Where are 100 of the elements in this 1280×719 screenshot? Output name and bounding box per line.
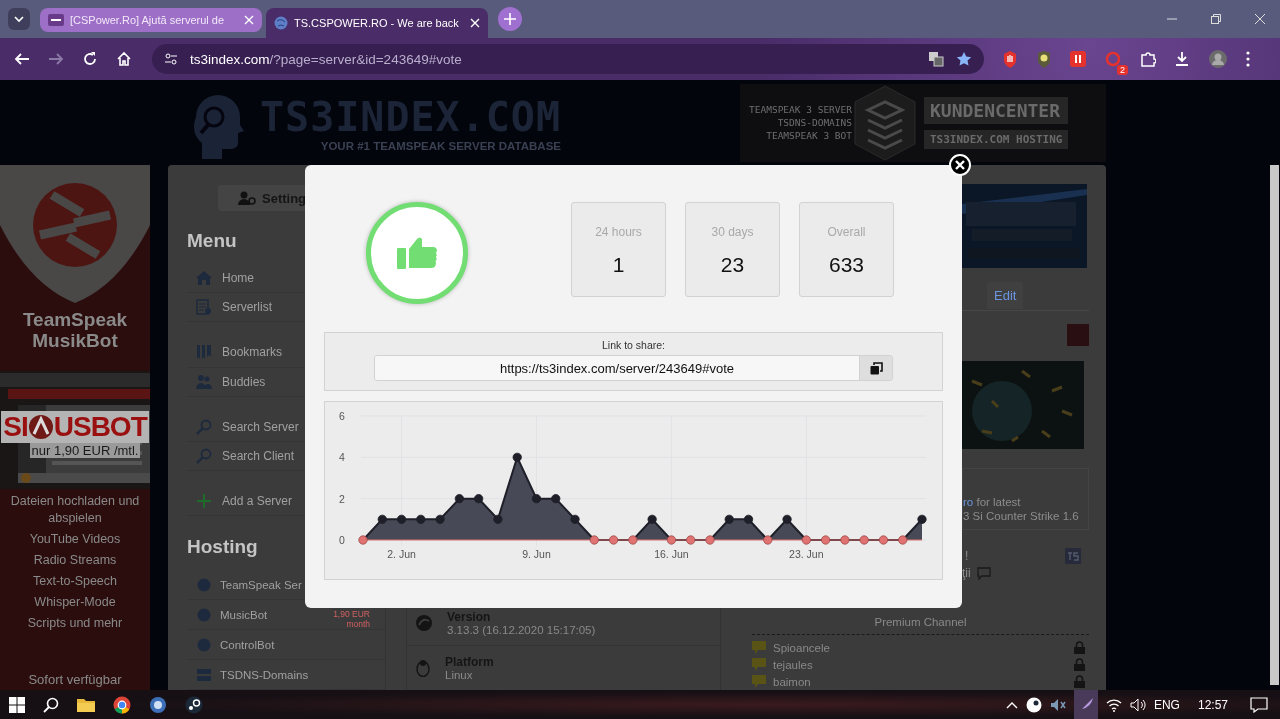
thumbs-up-icon — [397, 236, 437, 270]
axis-label: 16. Jun — [654, 548, 689, 560]
site-info-icon[interactable] — [164, 52, 178, 66]
volume-icon[interactable] — [1129, 696, 1146, 713]
banner-link[interactable]: TS3INDEX.COM HOSTING — [924, 129, 1069, 149]
home-icon[interactable] — [116, 51, 132, 67]
speech-icon — [752, 658, 766, 671]
shield-icon[interactable] — [1036, 50, 1052, 68]
data-point[interactable] — [531, 494, 542, 504]
channel-row[interactable]: Spioancele — [752, 639, 1089, 656]
note-text: ! — [965, 549, 969, 563]
new-tab-button[interactable] — [498, 7, 522, 31]
stat-label: 30 days — [711, 225, 754, 239]
plus-icon — [504, 13, 516, 25]
axis-label: 4 — [339, 451, 345, 464]
browser-tab[interactable]: TS.CSPOWER.RO - We are back — [266, 8, 488, 38]
ad-title: TeamSpeak MusikBot — [21, 309, 129, 351]
data-point[interactable] — [358, 535, 368, 545]
data-point[interactable] — [493, 514, 503, 524]
data-point[interactable] — [377, 514, 387, 524]
data-point[interactable] — [878, 535, 889, 545]
edit-tab[interactable]: Edit — [987, 282, 1024, 309]
data-point[interactable] — [474, 494, 484, 504]
banner-link[interactable]: KUNDENCENTER — [924, 96, 1069, 124]
reload-icon[interactable] — [82, 51, 98, 67]
tab-search-button[interactable] — [8, 8, 30, 30]
menu-item[interactable]: ControlBot — [187, 630, 275, 660]
menu-icon[interactable] — [1246, 51, 1250, 67]
ad-banner[interactable]: TeamSpeak MusikBot SI USBOT nur 1,90 EUR /mtl. Dateien hochladen und abspielen YouTube Videos Radio Streams Text-to-Speech Whisper-Mode Scripts und mehr Sofort verfügbar — [0, 165, 150, 690]
teamspeak-icon — [1065, 548, 1081, 564]
stat-label: Overall — [827, 225, 866, 239]
app-icon[interactable] — [149, 695, 167, 714]
forward-icon[interactable] — [48, 51, 64, 67]
list-icon — [196, 299, 212, 316]
data-point[interactable] — [782, 514, 792, 524]
notification-badge: 2 — [1117, 65, 1128, 75]
info-value: 3.13.3 (16.12.2020 15:17:05) — [447, 624, 596, 636]
data-point[interactable] — [705, 535, 715, 545]
translate-icon[interactable] — [928, 51, 944, 67]
link[interactable]: ro — [963, 496, 974, 508]
wifi-icon[interactable] — [1105, 697, 1122, 712]
axis-label: 23. Jun — [789, 548, 824, 560]
scrollbar[interactable] — [1270, 165, 1279, 685]
data-point[interactable] — [570, 514, 580, 524]
thumbs-up-button[interactable] — [366, 202, 468, 304]
browser-icon[interactable] — [113, 695, 131, 714]
pause-icon[interactable] — [1070, 51, 1086, 67]
browser-tab[interactable]: [CSPower.Ro] Ajută serverul de — [40, 8, 262, 32]
data-point[interactable] — [416, 514, 426, 524]
caret-icon[interactable] — [1005, 700, 1018, 709]
data-point[interactable] — [898, 535, 908, 545]
data-point[interactable] — [666, 535, 676, 545]
download-icon[interactable] — [1174, 51, 1190, 67]
data-point[interactable] — [589, 535, 599, 545]
back-icon[interactable] — [14, 51, 30, 67]
search-icon[interactable] — [43, 696, 59, 713]
clock[interactable]: 12:57 — [1197, 697, 1228, 712]
data-point[interactable] — [396, 514, 407, 524]
data-point[interactable] — [628, 535, 638, 545]
data-point[interactable] — [917, 514, 927, 524]
star-icon[interactable] — [956, 51, 972, 67]
hosting-banner[interactable]: TEAMSPEAK 3 SERVER TSDNS-DOMAINS TEAMSPEAK 3 BOT KUNDENCENTER TS3INDEX.COM HOSTING — [740, 83, 1106, 162]
feature-text: Text-to-Speech — [31, 573, 119, 590]
language-indicator[interactable]: ENG — [1153, 697, 1180, 712]
data-point[interactable] — [801, 535, 811, 545]
close-icon[interactable] — [1254, 13, 1266, 25]
people-icon — [196, 373, 212, 390]
brand-text: SI — [3, 410, 28, 443]
menu-item[interactable]: TeamSpeak Ser — [187, 570, 302, 600]
data-point[interactable] — [647, 514, 657, 524]
description-text: 3 Si Counter Strike 1.6 — [963, 509, 1080, 523]
notification-icon[interactable] — [1250, 696, 1268, 713]
share-label: Link to share: — [601, 339, 665, 351]
menu-item[interactable]: MusicBot — [187, 600, 268, 630]
folder-icon[interactable] — [77, 696, 95, 713]
feature-text: Whisper-Mode — [33, 594, 117, 611]
restore-icon[interactable] — [1210, 13, 1222, 25]
data-point[interactable] — [551, 494, 561, 504]
data-point[interactable] — [435, 514, 445, 524]
channel-title: Premium Channel — [873, 616, 968, 628]
puzzle-icon[interactable] — [1140, 51, 1156, 67]
home-icon — [196, 271, 212, 286]
data-point[interactable] — [454, 494, 464, 504]
data-point[interactable] — [512, 452, 522, 462]
start-icon[interactable] — [9, 696, 25, 713]
channel-row[interactable]: baimon — [752, 673, 1089, 690]
channel-row[interactable]: tejaules — [752, 656, 1089, 673]
data-point[interactable] — [743, 514, 754, 524]
description-text: for latest — [976, 496, 1021, 508]
hand-icon[interactable] — [1002, 50, 1018, 68]
avatar-icon[interactable] — [1208, 49, 1228, 69]
speech-icon — [752, 675, 766, 688]
brand-text: USBOT — [53, 410, 147, 443]
data-point[interactable] — [763, 535, 773, 545]
menu-item[interactable]: TSDNS-Domains — [187, 660, 309, 690]
address-bar[interactable]: ts3index.com/?page=server&id=243649#vote — [152, 44, 984, 74]
feature-text: Dateien hochladen und abspielen — [10, 493, 140, 527]
data-point[interactable] — [724, 514, 734, 524]
plus-icon — [196, 493, 212, 509]
close-icon — [955, 160, 965, 170]
